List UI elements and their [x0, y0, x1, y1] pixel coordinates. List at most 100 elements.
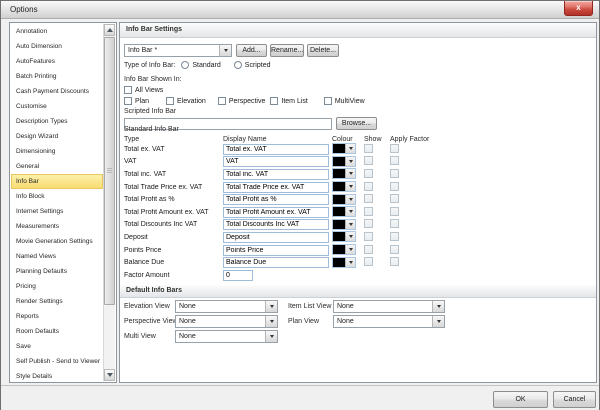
colour-dropdown-button[interactable]: [345, 156, 355, 166]
radio-standard-icon[interactable]: [181, 61, 190, 69]
display-name-input[interactable]: [223, 168, 329, 180]
display-name-input[interactable]: [223, 206, 329, 218]
radio-standard[interactable]: Standard: [181, 61, 221, 69]
sidebar-item-save[interactable]: Save: [11, 339, 103, 354]
show-checkbox: [364, 231, 373, 241]
plan-view-combo[interactable]: None: [333, 315, 445, 328]
display-name-input[interactable]: [223, 156, 329, 168]
checkbox-multiview[interactable]: MultiView: [323, 97, 365, 105]
display-name-input[interactable]: [223, 181, 329, 193]
colour-picker[interactable]: [332, 155, 356, 167]
combo-dropdown-button[interactable]: [265, 331, 277, 342]
sidebar-item-planning-defaults[interactable]: Planning Defaults: [11, 264, 103, 279]
sidebar-item-style-details[interactable]: Style Details: [11, 369, 103, 381]
combo-dropdown-button[interactable]: [265, 316, 277, 327]
colour-picker[interactable]: [332, 231, 356, 243]
sidebar-item-info-block[interactable]: Info Block: [11, 189, 103, 204]
sidebar-item-movie-generation-settings[interactable]: Movie Generation Settings: [11, 234, 103, 249]
sidebar-item-description-types[interactable]: Description Types: [11, 114, 103, 129]
sidebar-item-render-settings[interactable]: Render Settings: [11, 294, 103, 309]
colour-picker[interactable]: [332, 143, 356, 155]
colour-dropdown-button[interactable]: [345, 169, 355, 179]
scrollbar-thumb[interactable]: [104, 37, 115, 305]
sidebar-item-customise[interactable]: Customise: [11, 99, 103, 114]
colour-dropdown-button[interactable]: [345, 219, 355, 229]
radio-scripted-icon[interactable]: [233, 61, 242, 69]
close-icon[interactable]: x: [564, 1, 593, 16]
sidebar-item-autofeatures[interactable]: AutoFeatures: [11, 54, 103, 69]
row-type-label: Total Profit as %: [124, 196, 175, 204]
sidebar-item-room-defaults[interactable]: Room Defaults: [11, 324, 103, 339]
colour-picker[interactable]: [332, 256, 356, 268]
colour-dropdown-button[interactable]: [345, 207, 355, 217]
sidebar-item-auto-dimension[interactable]: Auto Dimension: [11, 39, 103, 54]
sidebar-item-general[interactable]: General: [11, 159, 103, 174]
browse-button[interactable]: Browse...: [336, 117, 377, 130]
display-name-input[interactable]: [223, 143, 329, 155]
combo-dropdown-button[interactable]: [432, 301, 444, 312]
colour-picker[interactable]: [332, 244, 356, 256]
sidebar-item-pricing[interactable]: Pricing: [11, 279, 103, 294]
combo-dropdown-button[interactable]: [265, 301, 277, 312]
cancel-button[interactable]: Cancel: [553, 391, 596, 408]
display-name-input[interactable]: [223, 194, 329, 206]
factor-amount-input[interactable]: [223, 269, 253, 281]
checkbox-perspective-box[interactable]: [217, 97, 226, 105]
section-header-default-info-bars: Default Info Bars: [120, 285, 596, 298]
sidebar-item-annotation[interactable]: Annotation: [11, 24, 103, 39]
title-bar[interactable]: Options x: [1, 1, 599, 19]
radio-scripted[interactable]: Scripted: [233, 61, 270, 69]
perspective-view-combo[interactable]: None: [175, 315, 278, 328]
checkbox-all-views[interactable]: All Views: [124, 86, 163, 94]
info-bar-row: Total Trade Price ex. VAT: [120, 181, 596, 194]
checkbox-elevation-box[interactable]: [166, 97, 175, 105]
colour-picker[interactable]: [332, 181, 356, 193]
colour-dropdown-button[interactable]: [345, 245, 355, 255]
sidebar-item-info-bar[interactable]: Info Bar: [11, 174, 103, 189]
checkbox-perspective[interactable]: Perspective: [217, 97, 265, 105]
delete-button[interactable]: Delete...: [307, 44, 339, 57]
elevation-view-combo[interactable]: None: [175, 300, 278, 313]
sidebar-item-reports[interactable]: Reports: [11, 309, 103, 324]
item-list-view-combo[interactable]: None: [333, 300, 445, 313]
combo-dropdown-button[interactable]: [432, 316, 444, 327]
checkbox-item-list-box[interactable]: [270, 97, 279, 105]
checkbox-all-views-box[interactable]: [124, 86, 132, 94]
checkbox-plan[interactable]: Plan: [124, 97, 149, 105]
sidebar-item-dimensioning[interactable]: Dimensioning: [11, 144, 103, 159]
colour-picker[interactable]: [332, 168, 356, 180]
display-name-input[interactable]: [223, 219, 329, 231]
sidebar-item-cash-payment-discounts[interactable]: Cash Payment Discounts: [11, 84, 103, 99]
checkbox-item-list[interactable]: Item List: [270, 97, 308, 105]
colour-dropdown-button[interactable]: [345, 257, 355, 267]
colour-dropdown-button[interactable]: [345, 194, 355, 204]
multi-view-combo[interactable]: None: [175, 330, 278, 343]
sidebar-item-internet-settings[interactable]: Internet Settings: [11, 204, 103, 219]
ok-button[interactable]: OK: [493, 391, 548, 408]
sidebar-scrollbar[interactable]: [103, 24, 115, 381]
scroll-down-button[interactable]: [104, 369, 115, 381]
sidebar-item-measurements[interactable]: Measurements: [11, 219, 103, 234]
scroll-up-button[interactable]: [104, 24, 115, 36]
colour-dropdown-button[interactable]: [345, 232, 355, 242]
sidebar-item-named-views[interactable]: Named Views: [11, 249, 103, 264]
sidebar-item-design-wizard[interactable]: Design Wizard: [11, 129, 103, 144]
display-name-input[interactable]: [223, 231, 329, 243]
checkbox-plan-box[interactable]: [124, 97, 132, 105]
display-name-input[interactable]: [223, 244, 329, 256]
sidebar-item-batch-printing[interactable]: Batch Printing: [11, 69, 103, 84]
show-checkbox: [364, 206, 373, 216]
colour-dropdown-button[interactable]: [345, 144, 355, 154]
checkbox-multiview-box[interactable]: [323, 97, 332, 105]
add-button[interactable]: Add...: [236, 44, 267, 57]
colour-picker[interactable]: [332, 218, 356, 230]
checkbox-elevation[interactable]: Elevation: [166, 97, 206, 105]
combo-dropdown-button[interactable]: [219, 45, 231, 56]
colour-dropdown-button[interactable]: [345, 182, 355, 192]
info-bar-combo[interactable]: Info Bar *: [124, 44, 232, 57]
display-name-input[interactable]: [223, 257, 329, 269]
sidebar-item-self-publish-send-to-viewer[interactable]: Self Publish - Send to Viewer: [11, 354, 103, 369]
rename-button[interactable]: Rename...: [270, 44, 304, 57]
colour-picker[interactable]: [332, 206, 356, 218]
colour-picker[interactable]: [332, 193, 356, 205]
